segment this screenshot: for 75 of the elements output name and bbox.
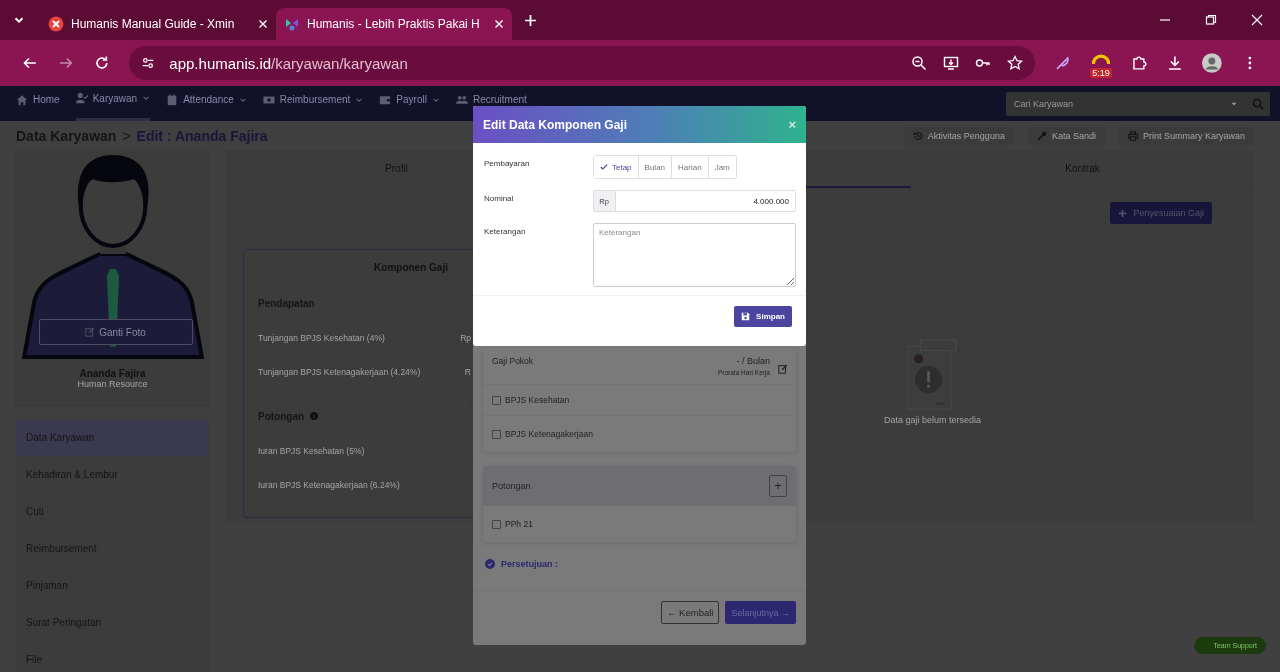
base-salary-value: - / Bulan: [736, 356, 770, 366]
install-app-icon[interactable]: [943, 55, 960, 71]
field-label: Nominal: [484, 193, 515, 205]
puzzle-icon[interactable]: [1130, 55, 1147, 71]
nav-item[interactable]: Payroll: [379, 86, 440, 121]
breadcrumb-separator: >: [122, 127, 131, 144]
calendar-icon: [166, 93, 179, 106]
checkbox-option[interactable]: PPh 21: [483, 506, 796, 542]
browser-tab[interactable]: Humanis - Lebih Praktis Pakai H: [276, 8, 512, 40]
address-bar[interactable]: app.humanis.id/karyawan/karyawan: [129, 46, 1036, 80]
nav-item[interactable]: Attendance: [166, 86, 247, 121]
extension-button[interactable]: 5:19: [1089, 51, 1113, 75]
rainbow-icon: [1092, 54, 1111, 65]
nav-item[interactable]: Reimbursement: [262, 86, 364, 121]
employee-role: Human Resource: [77, 379, 148, 389]
site-settings-icon[interactable]: [141, 56, 156, 70]
profile-avatar-icon[interactable]: [1202, 53, 1223, 73]
feather-icon[interactable]: [1055, 55, 1072, 71]
user-check-icon: [75, 92, 88, 104]
users-icon: [455, 93, 468, 106]
download-icon[interactable]: [1166, 55, 1183, 71]
component-value: Rp: [460, 333, 471, 343]
back-button[interactable]: ← Kembali: [661, 601, 720, 624]
check-circle-icon: [485, 559, 495, 569]
timer-badge: 5:19: [1090, 68, 1112, 78]
section-title: Potongan: [492, 481, 531, 491]
wallet-icon: [379, 93, 392, 106]
save-button[interactable]: Simpan: [734, 306, 792, 327]
checkbox-option[interactable]: BPJS Ketenagakerjaan: [483, 416, 796, 452]
search-icon: [1252, 97, 1264, 110]
component-label: Iuran BPJS Ketenagakerjaan (6.24%): [258, 480, 400, 490]
nav-item[interactable]: Home: [16, 86, 60, 121]
favicon-icon: [284, 16, 300, 32]
close-window-icon[interactable]: [1251, 14, 1263, 26]
edit-icon[interactable]: [778, 364, 788, 374]
edit-icon: [85, 327, 96, 337]
component-value: R: [464, 367, 471, 377]
add-button[interactable]: +: [769, 475, 787, 497]
checkbox-option[interactable]: BPJS Kesehatan: [483, 385, 796, 416]
payment-option[interactable]: Jam: [707, 156, 736, 178]
action-button[interactable]: Aktivitas Pengguna: [903, 126, 1014, 145]
employee-search-field[interactable]: Cari Karyawan: [1006, 91, 1246, 116]
empty-document-drawing: [905, 339, 960, 411]
close-icon[interactable]: [494, 19, 504, 29]
back-icon[interactable]: [22, 55, 38, 71]
change-photo-button[interactable]: Ganti Foto: [38, 319, 193, 345]
empty-state-message: Data gaji belum tersedia: [883, 415, 982, 425]
next-button[interactable]: Selanjutnya →: [725, 601, 796, 624]
approval-label: Persetujuan :: [501, 559, 558, 569]
nav-item[interactable]: Karyawan: [75, 86, 151, 121]
base-salary-label: Gaji Pokok: [492, 356, 535, 366]
action-button[interactable]: Print Summary Karyawan: [1118, 126, 1254, 145]
close-icon[interactable]: [258, 19, 268, 29]
reload-icon[interactable]: [93, 55, 110, 71]
field-label: Pembayaran: [484, 158, 531, 170]
star-icon[interactable]: [1007, 55, 1024, 71]
note-field[interactable]: Keterangan: [593, 223, 796, 287]
home-icon: [16, 93, 28, 106]
field-label: Keterangan: [484, 226, 527, 238]
check-icon: [600, 163, 608, 171]
nominal-field[interactable]: 4.000.000: [615, 190, 796, 212]
restore-icon[interactable]: [1205, 14, 1217, 26]
printer-icon: [1127, 130, 1138, 141]
key-icon: [1036, 130, 1047, 141]
browser-tab[interactable]: Humanis Manual Guide - Xmin: [40, 8, 276, 40]
component-label: Iuran BPJS Kesehatan (5%): [258, 446, 365, 456]
plus-icon: [1118, 208, 1128, 218]
zoom-icon[interactable]: [911, 55, 928, 71]
history-icon: [912, 130, 923, 141]
forward-icon[interactable]: [57, 55, 74, 71]
component-label: Tunjangan BPJS Ketenagakerjaan (4.24%): [258, 367, 421, 377]
favicon-icon: [48, 16, 64, 32]
new-tab-icon[interactable]: [524, 13, 537, 27]
action-button[interactable]: Kata Sandi: [1027, 126, 1105, 145]
component-label: Tunjangan BPJS Kesehatan (4%): [258, 333, 385, 343]
